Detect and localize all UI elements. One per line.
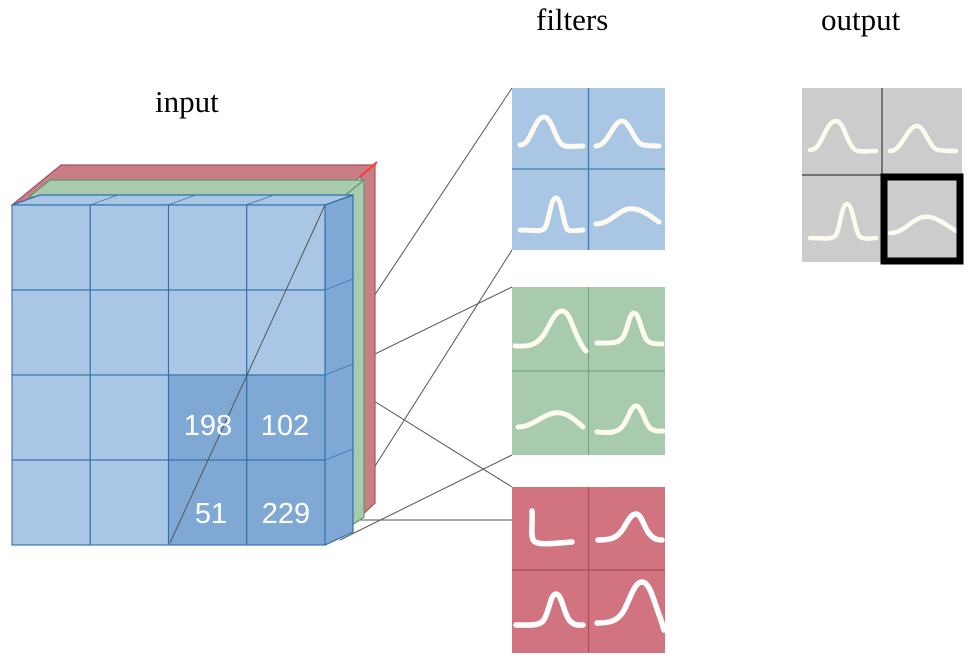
page-title-output: output	[821, 2, 901, 37]
diagram-canvas: 198 102 51 229 input filters output	[0, 0, 971, 666]
output-grid	[802, 88, 964, 265]
page-title-filters: filters	[536, 2, 609, 37]
page-title-input: input	[155, 84, 219, 119]
